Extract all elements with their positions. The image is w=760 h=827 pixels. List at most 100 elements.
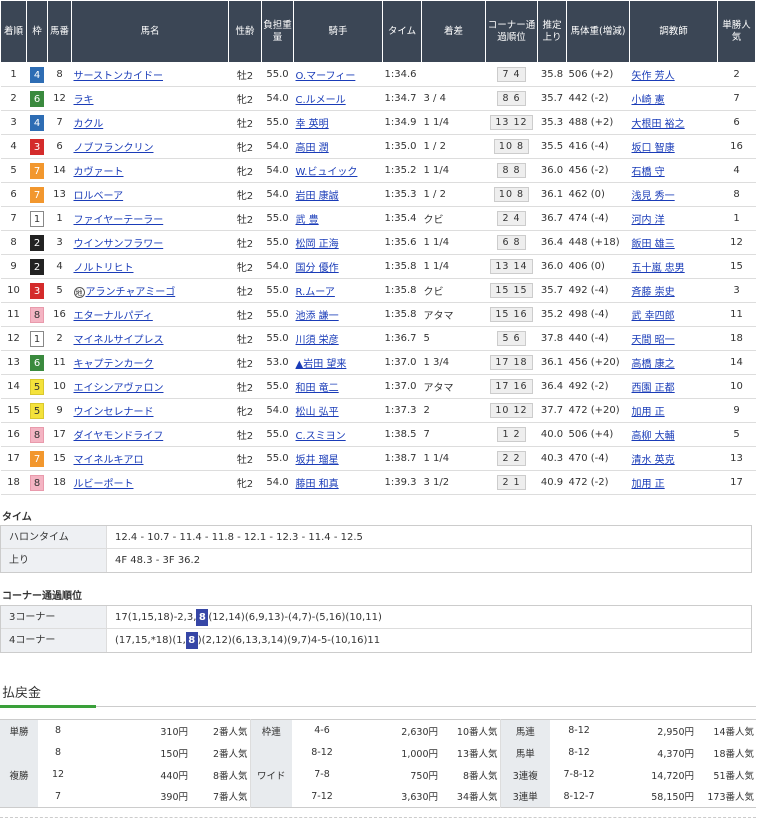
trainer-link[interactable]: 武 幸四郎: [632, 311, 675, 322]
trainer-link[interactable]: 高柳 大輔: [632, 431, 675, 442]
jockey-link[interactable]: 和田 竜二: [296, 383, 339, 394]
jockey-link[interactable]: 川須 栄彦: [296, 335, 339, 346]
horse-name-link[interactable]: ロルベーア: [74, 191, 124, 202]
jockey-cell: 松岡 正海: [293, 230, 383, 255]
jockey-link[interactable]: 武 豊: [296, 215, 319, 226]
trainer-link[interactable]: 清水 英克: [632, 455, 675, 466]
jockey-link[interactable]: 坂井 瑠星: [296, 455, 339, 466]
horse-name-link[interactable]: ファイヤーテーラー: [74, 215, 164, 226]
horse-name-link[interactable]: ウインサンフラワー: [74, 239, 164, 250]
last-3f: 35.2: [537, 302, 567, 327]
popularity: 18番人気: [713, 748, 754, 760]
horse-name-link[interactable]: ノブフランクリン: [74, 143, 154, 154]
last-3f: 36.0: [537, 158, 567, 183]
trainer-link[interactable]: 高橋 康之: [632, 359, 675, 370]
payout-row: 7 390円 7番人気 7-12 3,630円 34番人気 3連単 8-12-7 58,150円…: [0, 785, 756, 808]
waku-badge: 8: [30, 474, 44, 491]
margin: [421, 62, 486, 87]
corner-order-cell: 6 8: [485, 230, 538, 255]
corner3-post: (12,14)(6,9,13)-(4,7)-(5,16)(10,11): [208, 612, 382, 623]
header-time: タイム: [382, 0, 422, 63]
combination: 7-8-12: [563, 769, 595, 780]
waku-cell: 7: [26, 158, 48, 183]
jockey-link[interactable]: 藤田 和真: [296, 479, 339, 490]
finish-time: 1:35.0: [382, 134, 422, 159]
corner-order: 8 6: [497, 91, 526, 106]
jockey-link[interactable]: C.スミヨン: [296, 431, 346, 442]
jockey-link[interactable]: 岩田 康誠: [296, 191, 339, 202]
jockey-link[interactable]: 松山 弘平: [296, 407, 339, 418]
jockey-link[interactable]: 松岡 正海: [296, 239, 339, 250]
horse-name-link[interactable]: キャプテンカーク: [74, 359, 154, 370]
jockey-link[interactable]: 国分 優作: [296, 263, 339, 274]
finish-position: 12: [0, 326, 27, 351]
margin: 1 / 2: [421, 134, 486, 159]
margin: 1 1/4: [421, 446, 486, 471]
sex-age: 牡2: [228, 230, 262, 255]
result-row: 7 1 1 ファイヤーテーラー 牡2 55.0 武 豊 1:35.4 クビ 2 4 36.7 474 …: [0, 206, 756, 231]
horse-name-link[interactable]: ノルトリヒト: [74, 263, 134, 274]
sex-age: 牡2: [228, 110, 262, 135]
trainer-link[interactable]: 坂口 智康: [632, 143, 675, 154]
horse-name-link[interactable]: ウインセレナード: [74, 407, 154, 418]
jockey-link[interactable]: W.ビュイック: [296, 167, 358, 178]
trainer-link[interactable]: 西園 正都: [632, 383, 675, 394]
trainer-cell: 加用 正: [629, 470, 718, 495]
jockey-link[interactable]: ▲岩田 望来: [296, 359, 347, 370]
horse-name-link[interactable]: マイネルサイプレス: [74, 335, 164, 346]
trainer-link[interactable]: 加用 正: [632, 479, 665, 490]
jockey-link[interactable]: 高田 潤: [296, 143, 329, 154]
horse-name-link[interactable]: カヴァート: [74, 167, 124, 178]
header-jockey: 騎手: [293, 0, 383, 63]
trainer-link[interactable]: 五十嵐 忠男: [632, 263, 685, 274]
horse-name-link[interactable]: エイシンアヴァロン: [74, 383, 164, 394]
trainer-link[interactable]: 河内 洋: [632, 215, 665, 226]
jockey-link[interactable]: O.マーフィー: [296, 71, 356, 82]
horse-name-link[interactable]: サーストンカイドー: [74, 71, 164, 82]
agari-label: 上り: [1, 549, 107, 572]
horse-name-link[interactable]: ラキ: [74, 95, 94, 106]
trainer-link[interactable]: 石橋 守: [632, 167, 665, 178]
trainer-link[interactable]: 斉藤 崇史: [632, 287, 675, 298]
jockey-link[interactable]: 幸 英明: [296, 119, 329, 130]
corner-order-cell: 2 4: [485, 206, 538, 231]
corner-order-cell: 15 16: [485, 302, 538, 327]
horse-name-link[interactable]: カクル: [74, 119, 104, 130]
horse-name-cell: キャプテンカーク: [71, 350, 229, 375]
payout-amount: 14,720円: [651, 770, 694, 782]
horse-name-link[interactable]: アランチャアミーゴ: [86, 287, 176, 298]
result-row: 13 6 11 キャプテンカーク 牡2 53.0 ▲岩田 望来 1:37.0 1 3/4 17 1…: [0, 350, 756, 375]
horse-name-link[interactable]: ルビーポート: [74, 479, 134, 490]
weight-carried: 54.0: [261, 182, 294, 207]
bet-type: 馬単: [500, 741, 550, 764]
trainer-link[interactable]: 加用 正: [632, 407, 665, 418]
finish-position: 17: [0, 446, 27, 471]
horse-name-cell: ダイヤモンドライフ: [71, 422, 229, 447]
horse-name-link[interactable]: エターナルパディ: [74, 311, 153, 322]
jockey-link[interactable]: R.ムーア: [296, 287, 335, 298]
trainer-link[interactable]: 天間 昭一: [632, 335, 675, 346]
header-corner: コーナー通過順位: [485, 0, 538, 63]
waku-badge: 2: [30, 258, 44, 275]
trainer-link[interactable]: 飯田 雄三: [632, 239, 675, 250]
weight-carried: 55.0: [261, 422, 294, 447]
corner-order-cell: 5 6: [485, 326, 538, 351]
header-bw: 馬体重(増減): [566, 0, 630, 63]
horse-name-link[interactable]: マイネルキアロ: [74, 455, 144, 466]
trainer-link[interactable]: 大根田 裕之: [632, 119, 685, 130]
jockey-link[interactable]: C.ルメール: [296, 95, 346, 106]
jockey-link[interactable]: 池添 謙一: [296, 311, 339, 322]
finish-time: 1:36.7: [382, 326, 422, 351]
win-popularity: 5: [717, 422, 756, 447]
sex-age: 牡2: [228, 326, 262, 351]
win-popularity: 18: [717, 326, 756, 351]
horse-number: 9: [47, 398, 72, 423]
horse-name-cell: ウインセレナード: [71, 398, 229, 423]
weight-carried: 55.0: [261, 278, 294, 303]
trainer-link[interactable]: 浅見 秀一: [632, 191, 675, 202]
finish-position: 14: [0, 374, 27, 399]
body-weight: 474 (-4): [566, 206, 630, 231]
horse-name-link[interactable]: ダイヤモンドライフ: [74, 431, 164, 442]
trainer-link[interactable]: 小崎 憲: [632, 95, 665, 106]
trainer-link[interactable]: 矢作 芳人: [632, 71, 675, 82]
